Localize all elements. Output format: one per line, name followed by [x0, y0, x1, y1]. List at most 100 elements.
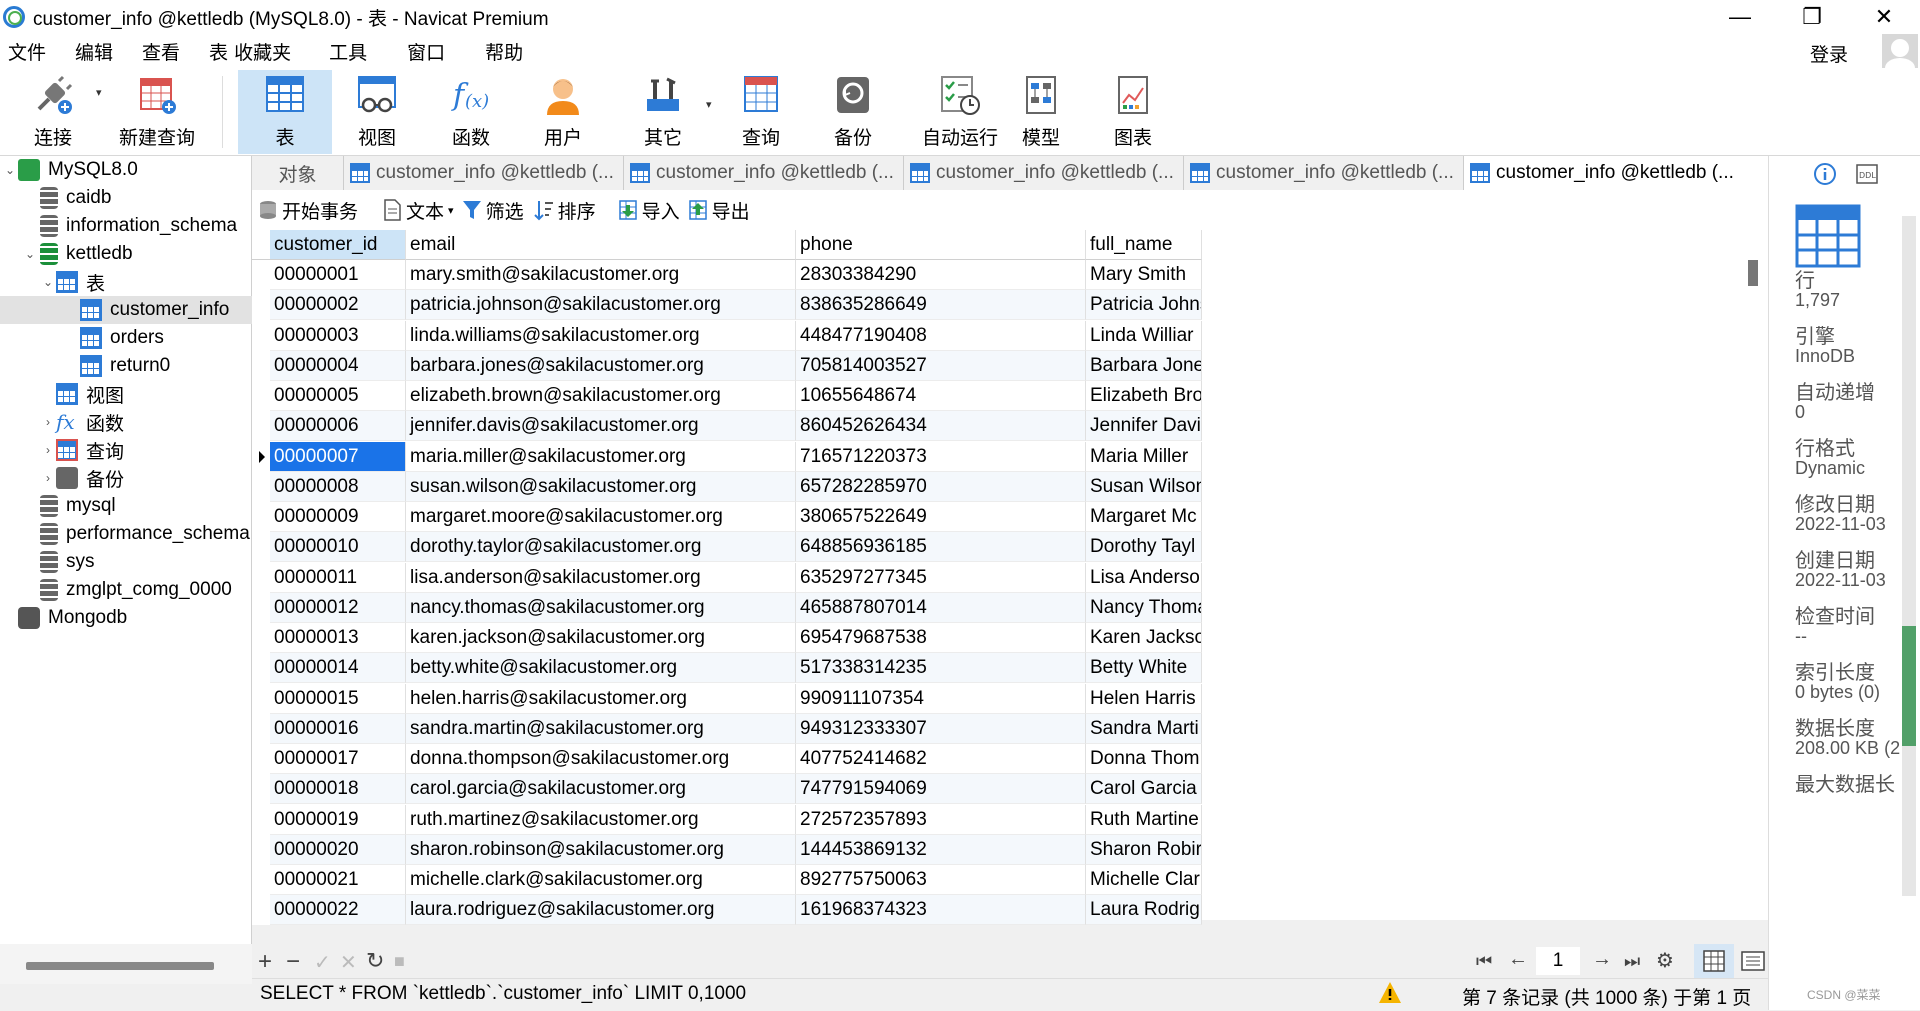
cell-email[interactable]: susan.wilson@sakilacustomer.org: [406, 471, 796, 502]
row-indicator[interactable]: [252, 260, 270, 290]
cell-full-name[interactable]: Lisa Andersoi: [1086, 562, 1202, 593]
cell-email[interactable]: linda.williams@sakilacustomer.org: [406, 320, 796, 351]
cell-phone[interactable]: 407752414682: [796, 744, 1086, 774]
cell-email[interactable]: lisa.anderson@sakilacustomer.org: [406, 562, 796, 593]
cell-customer-id[interactable]: 00000020: [270, 834, 406, 865]
tree-folder-backups[interactable]: › 备份: [40, 464, 124, 492]
cell-full-name[interactable]: Ruth Martine: [1086, 804, 1202, 835]
cell-email[interactable]: jennifer.davis@sakilacustomer.org: [406, 411, 796, 442]
next-page-icon[interactable]: →: [1592, 948, 1612, 971]
info-panel-scrollbar[interactable]: [1902, 216, 1916, 896]
cell-phone[interactable]: 380657522649: [796, 502, 1086, 532]
cell-customer-id[interactable]: 00000001: [270, 260, 406, 290]
row-indicator[interactable]: [252, 774, 270, 805]
menu-help[interactable]: 帮助: [477, 38, 544, 65]
table-row[interactable]: 00000004 barbara.jones@sakilacustomer.org…: [252, 350, 1202, 381]
previous-page-icon[interactable]: ←: [1508, 948, 1528, 971]
tab-customer-info-3[interactable]: customer_info @kettledb (...: [904, 156, 1184, 190]
cell-customer-id[interactable]: 00000010: [270, 532, 406, 563]
page-number-input[interactable]: 1: [1536, 947, 1580, 975]
cell-customer-id[interactable]: 00000008: [270, 471, 406, 502]
cell-full-name[interactable]: Maria Miller: [1086, 441, 1202, 472]
cell-phone[interactable]: 860452626434: [796, 411, 1086, 442]
cell-email[interactable]: ruth.martinez@sakilacustomer.org: [406, 804, 796, 835]
cell-email[interactable]: barbara.jones@sakilacustomer.org: [406, 350, 796, 381]
menu-file[interactable]: 文件: [0, 38, 67, 65]
new-query-button[interactable]: 新建查询: [112, 70, 202, 154]
delete-record-icon[interactable]: −: [286, 948, 300, 976]
row-indicator[interactable]: [252, 350, 270, 381]
cell-full-name[interactable]: Jennifer Davi: [1086, 411, 1202, 442]
cell-email[interactable]: patricia.johnson@sakilacustomer.org: [406, 290, 796, 321]
cell-email[interactable]: helen.harris@sakilacustomer.org: [406, 683, 796, 714]
tree-db-mysql[interactable]: mysql: [24, 492, 116, 520]
cell-customer-id[interactable]: 00000003: [270, 320, 406, 351]
cell-phone[interactable]: 892775750063: [796, 865, 1086, 895]
tab-customer-info-1[interactable]: customer_info @kettledb (...: [344, 156, 624, 190]
cell-full-name[interactable]: Elizabeth Bro: [1086, 381, 1202, 411]
cell-email[interactable]: maria.miller@sakilacustomer.org: [406, 441, 796, 472]
apply-changes-icon[interactable]: ✓: [314, 950, 331, 975]
cell-customer-id[interactable]: 00000007: [270, 441, 406, 472]
table-row[interactable]: 00000008 susan.wilson@sakilacustomer.org 6…: [252, 471, 1202, 502]
cell-phone[interactable]: 838635286649: [796, 290, 1086, 321]
cell-email[interactable]: nancy.thomas@sakilacustomer.org: [406, 592, 796, 623]
menu-window[interactable]: 窗口: [399, 38, 477, 65]
cell-phone[interactable]: 990911107354: [796, 683, 1086, 714]
refresh-icon[interactable]: ↻: [366, 948, 384, 974]
row-indicator[interactable]: [252, 865, 270, 895]
column-header-email[interactable]: email: [406, 230, 796, 260]
table-row[interactable]: 00000010 dorothy.taylor@sakilacustomer.or…: [252, 532, 1202, 563]
tab-customer-info-2[interactable]: customer_info @kettledb (...: [624, 156, 904, 190]
warning-icon[interactable]: [1378, 981, 1402, 1005]
add-record-icon[interactable]: +: [258, 948, 272, 976]
collapse-chevron-icon[interactable]: ⌄: [2, 163, 18, 177]
cell-full-name[interactable]: Michelle Clar: [1086, 865, 1202, 895]
cell-email[interactable]: sandra.martin@sakilacustomer.org: [406, 713, 796, 744]
cell-phone[interactable]: 465887807014: [796, 592, 1086, 623]
cell-email[interactable]: dorothy.taylor@sakilacustomer.org: [406, 532, 796, 563]
cell-full-name[interactable]: Karen Jackso: [1086, 623, 1202, 653]
query-button[interactable]: 查询: [724, 70, 798, 154]
sort-button[interactable]: 排序: [533, 195, 596, 225]
cell-phone[interactable]: 949312333307: [796, 713, 1086, 744]
menu-table[interactable]: 表: [201, 38, 232, 65]
tree-db-zmglpt[interactable]: zmglpt_comg_0000: [24, 576, 252, 604]
cell-full-name[interactable]: Dorothy Tayl: [1086, 532, 1202, 563]
model-button[interactable]: 模型: [1004, 70, 1078, 154]
tab-objects[interactable]: 对象: [252, 156, 344, 190]
stop-icon[interactable]: ■: [394, 951, 405, 972]
maximize-button[interactable]: ❐: [1776, 0, 1848, 34]
chevron-down-icon[interactable]: ▾: [448, 204, 454, 217]
cell-full-name[interactable]: Susan Wilson: [1086, 471, 1202, 502]
cell-full-name[interactable]: Patricia Johns: [1086, 290, 1202, 321]
row-indicator[interactable]: [252, 290, 270, 321]
table-row[interactable]: 00000013 karen.jackson@sakilacustomer.org…: [252, 623, 1202, 653]
table-row[interactable]: 00000009 margaret.moore@sakilacustomer.or…: [252, 502, 1202, 532]
tree-db-kettledb[interactable]: ⌄ kettledb: [20, 240, 133, 268]
cell-full-name[interactable]: Barbara Jone: [1086, 350, 1202, 381]
row-indicator[interactable]: [252, 895, 270, 926]
row-indicator[interactable]: [252, 834, 270, 865]
cell-email[interactable]: mary.smith@sakilacustomer.org: [406, 260, 796, 290]
cell-phone[interactable]: 747791594069: [796, 774, 1086, 805]
cell-customer-id[interactable]: 00000018: [270, 774, 406, 805]
table-row[interactable]: 00000014 betty.white@sakilacustomer.org 51…: [252, 653, 1202, 684]
scrollbar-thumb[interactable]: [1902, 626, 1916, 746]
cell-customer-id[interactable]: 00000021: [270, 865, 406, 895]
cell-email[interactable]: elizabeth.brown@sakilacustomer.org: [406, 381, 796, 411]
cell-full-name[interactable]: Linda Williar: [1086, 320, 1202, 351]
cell-full-name[interactable]: Mary Smith: [1086, 260, 1202, 290]
expand-chevron-icon[interactable]: ›: [40, 471, 56, 485]
cell-customer-id[interactable]: 00000002: [270, 290, 406, 321]
cell-email[interactable]: michelle.clark@sakilacustomer.org: [406, 865, 796, 895]
cell-full-name[interactable]: Carol Garcia: [1086, 774, 1202, 805]
row-indicator[interactable]: [252, 502, 270, 532]
chart-button[interactable]: 图表: [1096, 70, 1170, 154]
row-indicator[interactable]: [252, 411, 270, 442]
table-row[interactable]: 00000006 jennifer.davis@sakilacustomer.or…: [252, 411, 1202, 442]
table-row[interactable]: 00000005 elizabeth.brown@sakilacustomer.o…: [252, 381, 1202, 411]
cell-email[interactable]: karen.jackson@sakilacustomer.org: [406, 623, 796, 653]
table-row[interactable]: 00000003 linda.williams@sakilacustomer.or…: [252, 320, 1202, 351]
cell-phone[interactable]: 635297277345: [796, 562, 1086, 593]
